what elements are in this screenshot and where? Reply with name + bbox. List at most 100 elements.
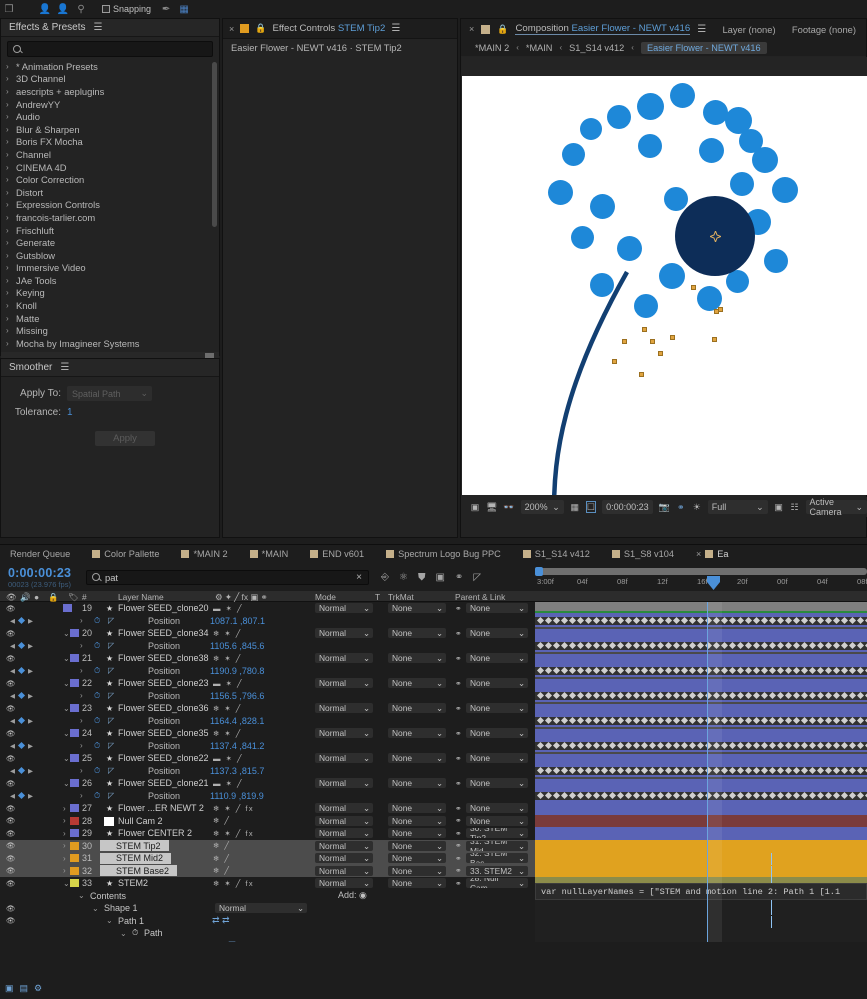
keyframe-strip[interactable] bbox=[535, 641, 867, 650]
keyframe[interactable] bbox=[720, 617, 729, 625]
table-row[interactable]: 👁 ⌄ 21 ★ Flower SEED_clone38 ❄ ✶ ╱ Normal ⌄ None… bbox=[0, 652, 535, 665]
keyframe[interactable] bbox=[840, 767, 849, 775]
keyframe[interactable] bbox=[792, 642, 801, 650]
motion-path-keyframe[interactable] bbox=[670, 335, 675, 340]
effects-category-item[interactable]: › JAe Tools bbox=[1, 274, 219, 287]
position-track[interactable] bbox=[535, 614, 867, 627]
motion-path-keyframe[interactable] bbox=[622, 339, 627, 344]
trkbox-select[interactable]: None ⌄ bbox=[388, 728, 446, 739]
clear-search-icon[interactable]: × bbox=[356, 572, 362, 583]
position-value[interactable]: 1087.1 ,807.1 bbox=[210, 616, 265, 626]
chevron-right-icon[interactable]: › bbox=[63, 829, 69, 838]
keyframe[interactable] bbox=[856, 617, 865, 625]
keyframe[interactable] bbox=[536, 642, 545, 650]
keyframe-navigator[interactable]: ◀ ▶ bbox=[10, 717, 33, 725]
video-toggle-icon[interactable]: 👁 bbox=[6, 804, 16, 813]
keyframe[interactable] bbox=[560, 642, 569, 650]
keyframe[interactable] bbox=[840, 667, 849, 675]
layer-name[interactable]: STEM2 bbox=[118, 878, 148, 888]
keyframe[interactable] bbox=[544, 792, 553, 800]
modebox-select[interactable]: Normal ⌄ bbox=[315, 878, 373, 889]
layer-name[interactable]: STEM Base2 bbox=[100, 865, 178, 877]
composition-canvas[interactable] bbox=[462, 57, 867, 495]
keyframe[interactable] bbox=[632, 792, 641, 800]
keyframe[interactable] bbox=[816, 692, 825, 700]
effects-category-item[interactable]: › Distort bbox=[1, 186, 219, 199]
keyframe[interactable] bbox=[688, 617, 697, 625]
keyframe[interactable] bbox=[640, 667, 649, 675]
keyframe[interactable] bbox=[664, 692, 673, 700]
keyframe[interactable] bbox=[648, 692, 657, 700]
keyframe[interactable] bbox=[768, 692, 777, 700]
keyframe[interactable] bbox=[616, 792, 625, 800]
keyframe[interactable] bbox=[792, 767, 801, 775]
timeline-tab[interactable]: S1_S8 v104 bbox=[611, 549, 696, 559]
close-icon[interactable]: × bbox=[469, 24, 474, 34]
parbox-select[interactable]: 33. STEM2 ⌄ bbox=[466, 865, 528, 876]
anchor-point-icon[interactable] bbox=[708, 229, 723, 245]
video-toggle-icon[interactable]: 👁 bbox=[6, 679, 16, 688]
property-row[interactable]: ◀ ▶ › ⏱ ◸ Position 1137.4 ,841.2 bbox=[0, 740, 535, 753]
keyframe[interactable] bbox=[752, 767, 761, 775]
video-toggle-icon[interactable]: 👁 bbox=[6, 704, 16, 713]
graph-editor-set-icon[interactable]: ◸ bbox=[108, 766, 114, 775]
keyframe[interactable] bbox=[664, 642, 673, 650]
chevron-right-icon[interactable]: › bbox=[80, 691, 86, 700]
keyframe[interactable] bbox=[800, 617, 809, 625]
keyframe[interactable] bbox=[808, 617, 817, 625]
chevron-right-icon[interactable]: › bbox=[6, 226, 12, 235]
timeline-search-input[interactable] bbox=[105, 571, 325, 583]
keyframe[interactable] bbox=[648, 717, 657, 725]
layer-switches[interactable]: ❄ ✶ ╱ fx bbox=[213, 829, 254, 838]
keyframe[interactable] bbox=[816, 767, 825, 775]
layer-name[interactable]: Flower SEED_clone36 bbox=[118, 703, 209, 713]
keyframe[interactable] bbox=[728, 642, 737, 650]
keyframe[interactable] bbox=[664, 617, 673, 625]
next-keyframe-icon[interactable]: ▶ bbox=[28, 742, 33, 750]
keyframe[interactable] bbox=[616, 717, 625, 725]
layer-name[interactable]: Flower SEED_clone35 bbox=[118, 728, 209, 738]
keyframe-navigator[interactable]: ◀ ▶ bbox=[10, 792, 33, 800]
keyframe[interactable] bbox=[808, 717, 817, 725]
keyframe[interactable] bbox=[696, 642, 705, 650]
keyframe[interactable] bbox=[840, 792, 849, 800]
apply-button[interactable]: Apply bbox=[95, 431, 155, 446]
keyframe[interactable] bbox=[576, 667, 585, 675]
keyframe[interactable] bbox=[736, 617, 745, 625]
parbox-select[interactable]: None ⌄ bbox=[466, 728, 528, 739]
keyframe[interactable] bbox=[672, 642, 681, 650]
channels-icon[interactable]: ☀ bbox=[692, 501, 702, 513]
graph-editor-set-icon[interactable]: ◸ bbox=[108, 666, 114, 675]
effects-panel-menu-icon[interactable]: ☰ bbox=[94, 22, 103, 33]
layer-track[interactable] bbox=[535, 652, 867, 665]
smoother-panel-menu-icon[interactable]: ☰ bbox=[60, 362, 69, 373]
keyframe[interactable] bbox=[680, 617, 689, 625]
keyframe[interactable] bbox=[656, 717, 665, 725]
keyframe[interactable] bbox=[608, 767, 617, 775]
breadcrumb-item[interactable]: *MAIN 2 bbox=[475, 43, 509, 53]
keyframe-strip[interactable] bbox=[535, 791, 867, 800]
keyframe[interactable] bbox=[752, 717, 761, 725]
keyframe[interactable] bbox=[824, 742, 833, 750]
stopwatch-icon[interactable]: ⏱ bbox=[94, 691, 100, 701]
add-remove-keyframe-icon[interactable] bbox=[17, 642, 26, 650]
parbox-select[interactable]: None ⌄ bbox=[466, 603, 528, 613]
next-keyframe-icon[interactable]: ▶ bbox=[28, 667, 33, 675]
keyframe[interactable] bbox=[584, 667, 593, 675]
table-row[interactable]: 👁 ⌄ 24 ★ Flower SEED_clone35 ❄ ✶ ╱ Normal ⌄ None… bbox=[0, 727, 535, 740]
keyframe[interactable] bbox=[744, 792, 753, 800]
table-row[interactable]: 👁 ⌄ 20 ★ Flower SEED_clone34 ❄ ✶ ╱ Normal ⌄ None… bbox=[0, 627, 535, 640]
keyframe[interactable] bbox=[560, 617, 569, 625]
next-keyframe-icon[interactable]: ▶ bbox=[28, 767, 33, 775]
video-toggle-icon[interactable]: 👁 bbox=[6, 729, 16, 738]
layer-track[interactable] bbox=[535, 852, 867, 865]
next-keyframe-icon[interactable]: ▶ bbox=[28, 642, 33, 650]
keyframe[interactable] bbox=[744, 617, 753, 625]
property-name[interactable]: Position bbox=[148, 791, 180, 801]
3d-glasses-icon[interactable]: 👓 bbox=[503, 501, 514, 513]
tolerance-value[interactable]: 1 bbox=[67, 407, 73, 418]
keyframe[interactable] bbox=[848, 617, 857, 625]
keyframe[interactable] bbox=[680, 742, 689, 750]
snapping-toggle[interactable]: Snapping bbox=[102, 4, 151, 14]
keyframe[interactable] bbox=[720, 767, 729, 775]
